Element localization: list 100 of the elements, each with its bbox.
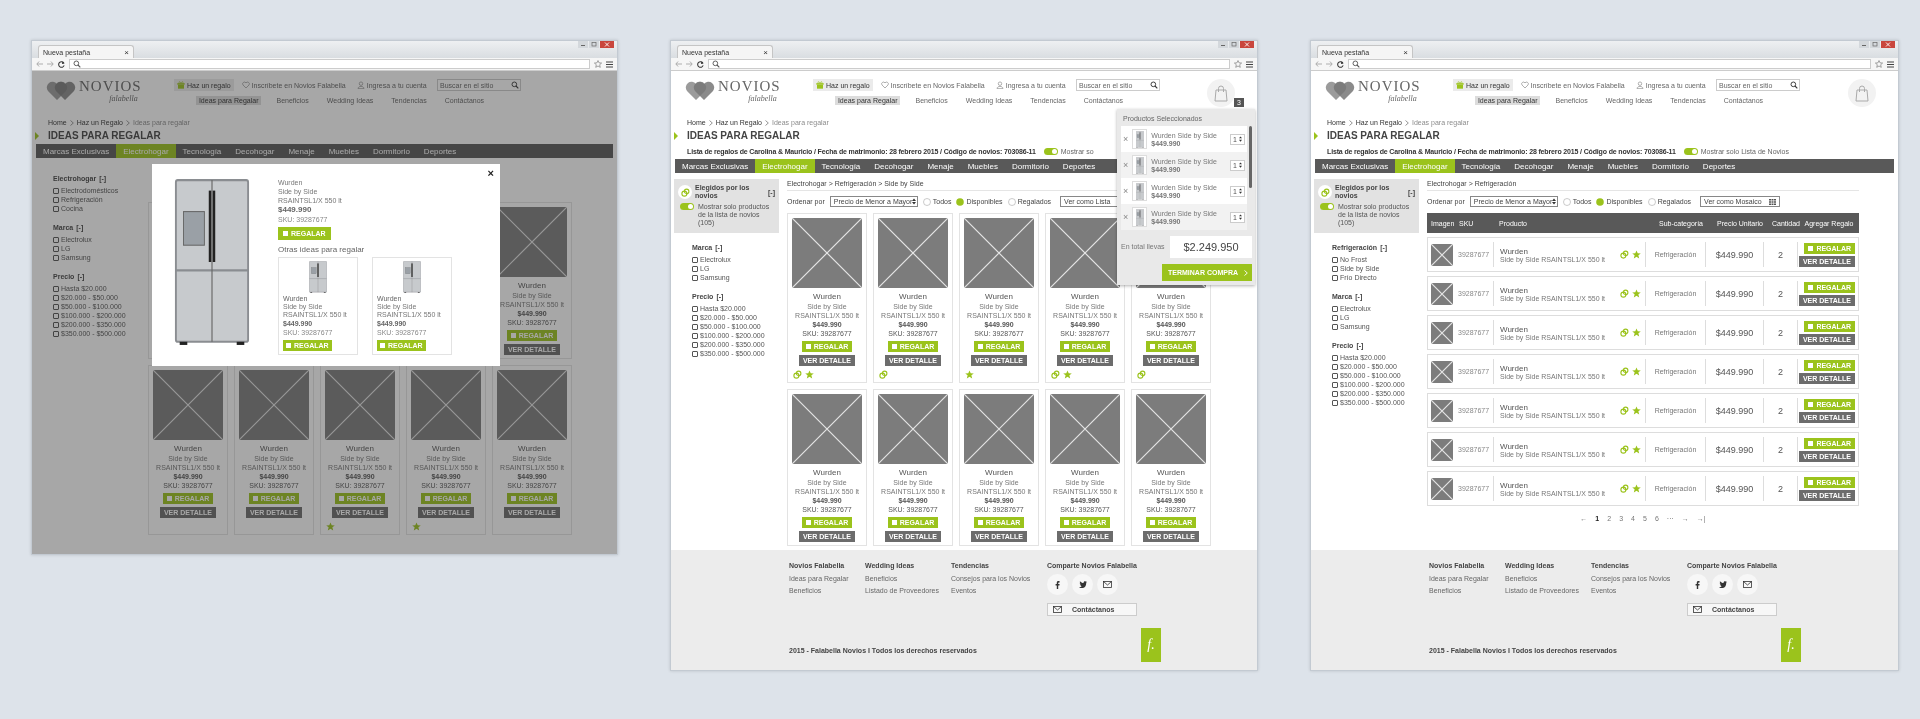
checkbox[interactable] — [53, 330, 59, 337]
minimize-icon[interactable] — [578, 41, 588, 48]
chevron-icon — [1348, 119, 1353, 126]
checkbox[interactable] — [692, 305, 698, 312]
checkbox[interactable] — [692, 332, 698, 339]
close-button[interactable]: × — [487, 167, 494, 179]
checkbox[interactable] — [692, 256, 698, 263]
toggle-switch[interactable] — [1683, 148, 1698, 155]
reload-icon[interactable] — [697, 60, 704, 68]
tab-close-button[interactable]: × — [1403, 47, 1408, 57]
social-button[interactable] — [1687, 574, 1708, 595]
remove-button[interactable]: × — [1123, 134, 1129, 144]
product-name: Wurden — [346, 444, 374, 454]
radio-button[interactable] — [956, 197, 965, 206]
product-name: Wurden — [1500, 246, 1529, 256]
checkbox[interactable] — [53, 303, 59, 310]
maximize-icon[interactable] — [1229, 41, 1239, 48]
cart-button[interactable] — [1207, 79, 1235, 107]
reload-icon[interactable] — [1337, 60, 1344, 68]
checkbox[interactable] — [53, 254, 59, 261]
bookmark-star-icon[interactable] — [1875, 60, 1883, 68]
envelope-icon — [1693, 606, 1702, 613]
remove-button[interactable]: × — [1123, 212, 1129, 222]
social-button[interactable] — [1737, 574, 1758, 595]
close-icon[interactable] — [1881, 41, 1895, 48]
product-name: Wurden — [174, 444, 202, 454]
logo-subtitle: falabella — [1388, 94, 1417, 103]
checkbox[interactable] — [1332, 381, 1338, 388]
checkbox[interactable] — [692, 265, 698, 272]
category-tab[interactable]: Decohogar — [1507, 159, 1561, 173]
maximize-icon[interactable] — [1870, 41, 1880, 48]
category-tab[interactable]: Tecnología — [1454, 159, 1508, 173]
image-placeholder — [964, 394, 1034, 464]
category-tab[interactable]: Menaje — [281, 144, 322, 158]
checkbox[interactable] — [1332, 265, 1338, 272]
checkbox[interactable] — [1332, 323, 1338, 330]
envelope-icon — [1103, 581, 1112, 588]
social-button[interactable] — [1097, 574, 1118, 595]
category-tab[interactable]: Decohogar — [228, 144, 282, 158]
minimize-icon[interactable] — [1859, 41, 1869, 48]
tab-close-button[interactable]: × — [763, 47, 768, 57]
product-name: Wurden — [985, 468, 1013, 478]
checkbox[interactable] — [692, 350, 698, 357]
checkbox[interactable] — [53, 245, 59, 252]
close-icon[interactable] — [600, 41, 614, 48]
category-tab[interactable]: Marcas Exclusivas — [36, 144, 117, 158]
category-tab[interactable]: Marcas Exclusivas — [1315, 159, 1396, 173]
category-tab[interactable]: Menaje — [1560, 159, 1601, 173]
category-tab[interactable]: Dormitorio — [1644, 159, 1696, 173]
checkbox[interactable] — [53, 187, 59, 194]
tab-close-button[interactable]: × — [124, 47, 129, 57]
twitter-icon — [1078, 581, 1087, 588]
close-icon[interactable] — [1240, 41, 1254, 48]
category-tab[interactable]: Dormitorio — [365, 144, 417, 158]
checkbox[interactable] — [1332, 305, 1338, 312]
menu-icon[interactable] — [1246, 60, 1253, 68]
image-placeholder — [878, 394, 948, 464]
checkbox[interactable] — [53, 205, 59, 212]
maximize-icon[interactable] — [589, 41, 599, 48]
menu-icon[interactable] — [606, 60, 613, 68]
reload-icon[interactable] — [58, 60, 65, 68]
toggle-switch[interactable] — [1320, 203, 1334, 210]
toggle-switch[interactable] — [1043, 148, 1058, 155]
bookmark-star-icon[interactable] — [1234, 60, 1242, 68]
radio-button[interactable] — [922, 197, 931, 206]
radio-button[interactable] — [1647, 197, 1656, 206]
category-tab[interactable]: Muebles — [1600, 159, 1645, 173]
category-tab[interactable]: Deportes — [1695, 159, 1743, 173]
checkbox[interactable] — [1332, 354, 1338, 361]
checkbox[interactable] — [53, 236, 59, 243]
checkbox[interactable] — [692, 314, 698, 321]
minimize-icon[interactable] — [1218, 41, 1228, 48]
checkbox[interactable] — [692, 323, 698, 330]
checkbox[interactable] — [1332, 274, 1338, 281]
radio-button[interactable] — [1562, 197, 1571, 206]
checkbox[interactable] — [1332, 363, 1338, 370]
checkbox[interactable] — [53, 196, 59, 203]
checkbox[interactable] — [692, 341, 698, 348]
checkbox[interactable] — [1332, 256, 1338, 263]
social-button[interactable] — [1072, 574, 1093, 595]
checkbox[interactable] — [1332, 372, 1338, 379]
toggle-switch[interactable] — [680, 203, 694, 210]
checkbox[interactable] — [692, 274, 698, 281]
checkbox[interactable] — [1332, 399, 1338, 406]
table-cell: $449.990 — [1715, 249, 1754, 260]
checkbox[interactable] — [1332, 314, 1338, 321]
menu-icon[interactable] — [1887, 60, 1894, 68]
social-button[interactable] — [1712, 574, 1733, 595]
category-tab[interactable]: Deportes — [416, 144, 464, 158]
checkbox[interactable] — [53, 294, 59, 301]
checkbox[interactable] — [53, 321, 59, 328]
category-tab[interactable]: Tecnología — [175, 144, 229, 158]
bookmark-star-icon[interactable] — [594, 60, 602, 68]
checkbox[interactable] — [53, 285, 59, 292]
radio-button[interactable] — [1007, 197, 1016, 206]
social-button[interactable] — [1047, 574, 1068, 595]
checkbox[interactable] — [1332, 390, 1338, 397]
category-tab[interactable]: Muebles — [321, 144, 366, 158]
radio-button[interactable] — [1596, 197, 1605, 206]
checkbox[interactable] — [53, 312, 59, 319]
